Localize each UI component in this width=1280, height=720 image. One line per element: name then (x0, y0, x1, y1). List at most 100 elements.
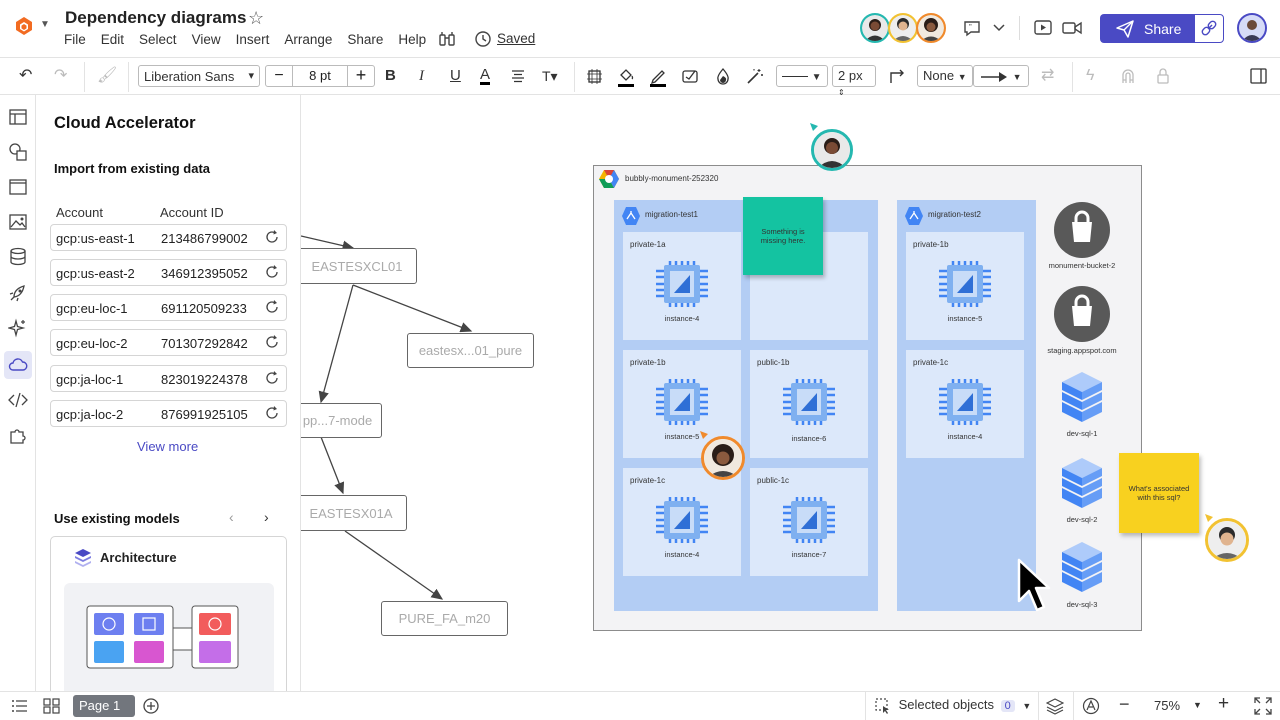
add-page-icon[interactable] (142, 697, 160, 715)
account-row[interactable]: gcp:us-east-2 346912395052 (50, 259, 287, 286)
collaborator-avatar[interactable] (888, 13, 918, 43)
decrease-font-button[interactable]: − (266, 66, 293, 86)
arrow-start-select[interactable]: None ▼ (917, 65, 973, 87)
subnet[interactable]: private-1b instance-5 (906, 232, 1024, 340)
subnet[interactable]: private-1c instance-4 (906, 350, 1024, 458)
font-family-select[interactable]: Liberation Sans ▾ (138, 65, 260, 87)
account-row[interactable]: gcp:us-east-1 213486799002 (50, 224, 287, 251)
refresh-icon[interactable] (264, 264, 280, 280)
bold-icon[interactable]: B (385, 67, 396, 85)
increase-font-button[interactable]: + (347, 66, 374, 86)
opacity-icon[interactable] (715, 67, 731, 85)
zoom-level[interactable]: 75% (1154, 698, 1180, 713)
subnet[interactable]: public-1c instance-7 (750, 468, 868, 576)
user-avatar[interactable] (1237, 13, 1267, 43)
comment-icon[interactable]: ” (962, 18, 982, 38)
share-button[interactable]: Share (1100, 14, 1194, 43)
chevron-left-icon[interactable]: ‹ (229, 509, 234, 525)
integrations-icon[interactable] (8, 425, 28, 445)
menu-arrange[interactable]: Arrange (284, 32, 332, 47)
document-title[interactable]: Dependency diagrams (65, 8, 246, 28)
navigate-icon[interactable] (1082, 697, 1100, 715)
frame-icon[interactable] (8, 177, 28, 197)
text-options-icon[interactable]: T▾ (542, 67, 558, 85)
arrow-end-select[interactable]: ▼ (973, 65, 1029, 87)
account-row[interactable]: gcp:ja-loc-2 876991925105 (50, 400, 287, 427)
data-icon[interactable] (8, 247, 28, 267)
storage-bucket-icon[interactable] (1052, 284, 1112, 344)
zoom-dropdown-chevron-icon[interactable]: ▼ (1193, 700, 1202, 710)
menu-share[interactable]: Share (347, 32, 383, 47)
underline-icon[interactable]: U (450, 67, 461, 85)
templates-icon[interactable] (8, 107, 28, 127)
video-call-icon[interactable] (1061, 18, 1083, 38)
shapes-icon[interactable] (8, 142, 28, 162)
saved-status-link[interactable]: Saved (497, 31, 535, 46)
line-style-select[interactable]: ▼ (776, 65, 828, 87)
gcp-project-container[interactable]: bubbly-monument-252320 migration-test1 p… (593, 165, 1142, 631)
subnet[interactable]: private-1c instance-4 (623, 468, 741, 576)
refresh-icon[interactable] (264, 334, 280, 350)
subnet[interactable]: private-1a instance-4 (623, 232, 741, 340)
database-stack-icon[interactable] (1058, 370, 1106, 426)
redo-icon[interactable]: ↷ (54, 67, 67, 85)
menu-help[interactable]: Help (398, 32, 426, 47)
layers-icon[interactable] (1046, 698, 1064, 715)
style-icon[interactable] (681, 67, 700, 85)
refresh-icon[interactable] (264, 370, 280, 386)
diagram-node[interactable]: eastesx...01_pure (407, 333, 534, 368)
chevron-right-icon[interactable]: › (264, 509, 269, 525)
chevron-down-icon[interactable] (992, 21, 1006, 35)
undo-icon[interactable]: ↶ (19, 67, 32, 85)
account-row[interactable]: gcp:eu-loc-1 691120509233 (50, 294, 287, 321)
code-icon[interactable] (8, 390, 28, 410)
menu-view[interactable]: View (192, 32, 221, 47)
sticky-note[interactable]: What's associated with this sql? (1119, 453, 1199, 533)
side-panel-toggle-icon[interactable] (1250, 68, 1267, 84)
collaborator-avatar[interactable] (860, 13, 890, 43)
collaborator-avatar[interactable] (916, 13, 946, 43)
present-icon[interactable] (1033, 18, 1053, 38)
lightning-icon[interactable]: ϟ (1086, 67, 1094, 85)
shape-options-icon[interactable] (586, 68, 603, 85)
diagram-node[interactable]: EASTESXCL01 (301, 248, 417, 284)
menu-insert[interactable]: Insert (236, 32, 270, 47)
lock-icon[interactable] (1155, 67, 1171, 85)
page-tab[interactable]: Page 1 ▼ (73, 695, 135, 720)
diagram-canvas[interactable]: EASTESXCL01 eastesx...01_pure pp...7-mod… (301, 95, 1280, 691)
swap-arrows-icon[interactable]: ⇄ (1041, 67, 1054, 85)
selected-objects-control[interactable]: Selected objects 0 ▼ (875, 697, 1031, 714)
diagram-node[interactable]: pp...7-mode (301, 403, 382, 438)
diagram-node[interactable]: PURE_FA_m20 (381, 601, 508, 636)
copy-link-button[interactable] (1194, 14, 1224, 43)
zoom-in-icon[interactable]: + (1218, 693, 1229, 715)
view-more-link[interactable]: View more (137, 439, 198, 454)
sparkle-icon[interactable] (8, 318, 28, 338)
feature-find-icon[interactable] (438, 30, 456, 48)
refresh-icon[interactable] (264, 229, 280, 245)
grid-view-icon[interactable] (43, 698, 60, 714)
storage-bucket-icon[interactable] (1052, 200, 1112, 260)
zoom-out-icon[interactable]: − (1119, 694, 1130, 715)
project-migration-test2[interactable]: migration-test2 private-1b instance-5 pr… (897, 200, 1036, 611)
list-view-icon[interactable] (11, 698, 28, 714)
refresh-icon[interactable] (264, 299, 280, 315)
model-card-architecture[interactable]: Architecture (50, 536, 287, 691)
database-stack-icon[interactable] (1058, 456, 1106, 512)
font-size-value[interactable]: 8 pt (293, 66, 347, 86)
line-width-select[interactable]: 2 px ⇕ (832, 65, 876, 97)
magnet-icon[interactable] (1120, 67, 1136, 85)
image-icon[interactable] (8, 212, 28, 232)
menu-select[interactable]: Select (139, 32, 177, 47)
cloud-icon[interactable] (8, 355, 28, 375)
star-icon[interactable]: ☆ (248, 8, 264, 29)
text-color-icon[interactable]: A (480, 67, 491, 85)
rocket-icon[interactable] (8, 283, 28, 303)
diagram-node[interactable]: EASTESX01A (301, 495, 407, 531)
account-row[interactable]: gcp:ja-loc-1 823019224378 (50, 365, 287, 392)
menu-edit[interactable]: Edit (101, 32, 124, 47)
refresh-icon[interactable] (264, 405, 280, 421)
fill-color-icon[interactable] (617, 66, 635, 88)
align-icon[interactable] (510, 68, 526, 84)
sticky-note[interactable]: Something is missing here. (743, 197, 823, 275)
